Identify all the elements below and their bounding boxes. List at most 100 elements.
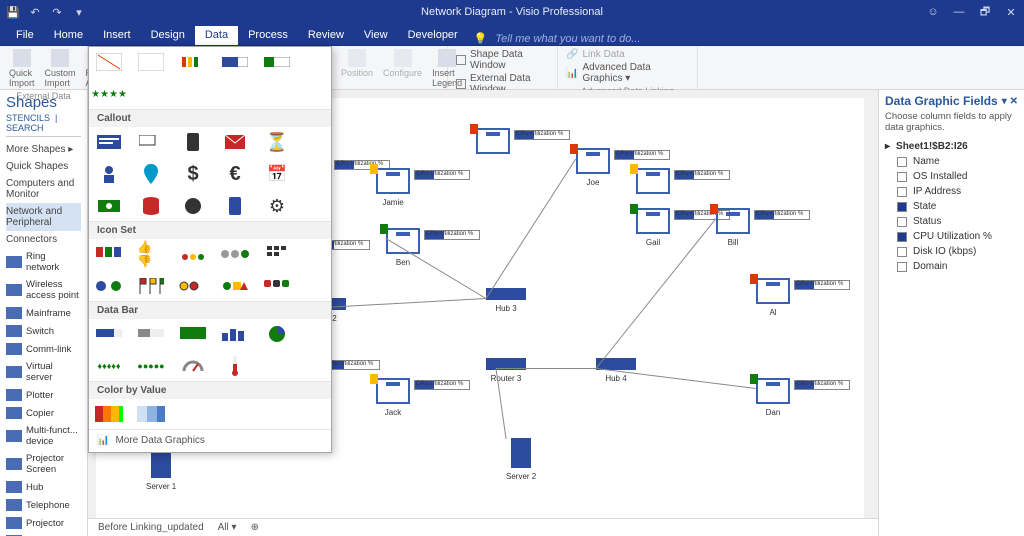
tab-developer[interactable]: Developer — [398, 26, 468, 45]
dgf-field-ip-address[interactable]: IP Address — [897, 184, 1018, 199]
tab-review[interactable]: Review — [298, 26, 354, 45]
node-dan[interactable]: Dan — [756, 378, 790, 417]
tab-insert[interactable]: Insert — [93, 26, 141, 45]
dg-none-1[interactable] — [95, 51, 123, 73]
cat-connectors[interactable]: Connectors — [6, 231, 81, 248]
iconset-grid[interactable] — [263, 243, 291, 265]
tab-data[interactable]: Data — [195, 26, 238, 45]
dg-bar-1[interactable] — [221, 51, 249, 73]
callout-device[interactable] — [221, 195, 249, 217]
callout-euro[interactable]: € — [221, 163, 249, 185]
databar-people[interactable]: ♦♦♦♦♦ — [95, 355, 123, 377]
databar-gauge[interactable] — [179, 355, 207, 377]
cat-computers[interactable]: Computers and Monitor — [6, 175, 81, 203]
more-shapes-link[interactable]: More Shapes ▸ — [6, 141, 81, 158]
callout-text[interactable] — [95, 131, 123, 153]
minimize-icon[interactable]: — — [952, 5, 966, 19]
search-tab[interactable]: SEARCH — [6, 123, 44, 133]
callout-hourglass[interactable]: ⏳ — [263, 131, 291, 153]
callout-mail[interactable] — [221, 131, 249, 153]
tab-file[interactable]: File — [6, 26, 44, 45]
quick-shapes-link[interactable]: Quick Shapes — [6, 158, 81, 175]
dgf-field-os-installed[interactable]: OS Installed — [897, 169, 1018, 184]
tab-design[interactable]: Design — [141, 26, 195, 45]
stencil-comm-link[interactable]: Comm-link — [6, 340, 81, 358]
dgf-close-icon[interactable]: ✕ — [1010, 96, 1018, 107]
undo-icon[interactable]: ↶ — [28, 5, 42, 19]
stencil-projector-screen[interactable]: Projector Screen — [6, 450, 81, 478]
tell-me-search[interactable]: Tell me what you want to do... — [495, 33, 640, 45]
callout-dollar[interactable]: $ — [179, 163, 207, 185]
stencil-ring-network[interactable]: Ring network — [6, 248, 81, 276]
dgf-field-name[interactable]: Name — [897, 154, 1018, 169]
qa-dropdown-icon[interactable]: ▾ — [72, 5, 86, 19]
quick-import-button[interactable]: Quick Import — [6, 48, 38, 90]
dgf-field-state[interactable]: State — [897, 199, 1018, 214]
dgf-field-domain[interactable]: Domain — [897, 259, 1018, 274]
tab-view[interactable]: View — [354, 26, 398, 45]
node-unnamed[interactable] — [636, 168, 670, 194]
node-hub-3[interactable]: Hub 3 — [486, 288, 526, 313]
iconset-squares[interactable] — [263, 275, 291, 297]
dg-stars[interactable]: ★★★★ — [95, 83, 123, 105]
custom-import-button[interactable]: Custom Import — [42, 48, 79, 90]
stencil-copier[interactable]: Copier — [6, 404, 81, 422]
iconset-dots-big[interactable] — [95, 275, 123, 297]
stencil-hub[interactable]: Hub — [6, 478, 81, 496]
cat-network[interactable]: Network and Peripheral — [6, 203, 81, 231]
dg-none-2[interactable] — [137, 51, 165, 73]
callout-bubble[interactable] — [137, 131, 165, 153]
colorby-2[interactable] — [137, 403, 165, 425]
dgf-field-disk-io-kbps-[interactable]: Disk IO (kbps) — [897, 244, 1018, 259]
shape-data-window-toggle[interactable]: Shape Data Window — [454, 48, 551, 72]
node-joe[interactable]: Joe — [576, 148, 610, 187]
callout-phone[interactable] — [179, 131, 207, 153]
iconset-circles[interactable] — [221, 243, 249, 265]
iconset-wifi[interactable] — [179, 243, 207, 265]
tab-home[interactable]: Home — [44, 26, 93, 45]
callout-gear[interactable]: ⚙ — [263, 195, 291, 217]
stencil-wireless-access-point[interactable]: Wireless access point — [6, 276, 81, 304]
redo-icon[interactable]: ↷ — [50, 5, 64, 19]
iconset-flags2[interactable] — [137, 275, 165, 297]
iconset-thumbs[interactable]: 👍👎 — [137, 243, 165, 265]
close-icon[interactable]: ✕ — [1004, 5, 1018, 19]
dgf-sheet[interactable]: Sheet1!$B2:I26 — [896, 141, 968, 152]
callout-person[interactable] — [95, 163, 123, 185]
callout-calendar[interactable]: 📅 — [263, 163, 291, 185]
stencil-telephone[interactable]: Telephone — [6, 496, 81, 514]
stencils-tab[interactable]: STENCILS — [6, 113, 50, 123]
databar-4[interactable] — [221, 323, 249, 345]
tab-process[interactable]: Process — [238, 26, 298, 45]
save-icon[interactable]: 💾 — [6, 5, 20, 19]
page-all[interactable]: All ▾ — [218, 522, 237, 533]
databar-thermo[interactable] — [221, 355, 249, 377]
node-server-1[interactable]: Server 1 — [146, 448, 176, 491]
node-al[interactable]: Al — [756, 278, 790, 317]
databar-2[interactable] — [137, 323, 165, 345]
stencil-bridge[interactable]: Bridge — [6, 532, 81, 536]
stencil-switch[interactable]: Switch — [6, 322, 81, 340]
databar-1[interactable] — [95, 323, 123, 345]
page-name[interactable]: Before Linking_updated — [98, 522, 204, 533]
more-data-graphics-link[interactable]: 📊More Data Graphics — [89, 430, 331, 448]
stencil-mainframe[interactable]: Mainframe — [6, 304, 81, 322]
databar-pie[interactable] — [263, 323, 291, 345]
stencil-projector[interactable]: Projector — [6, 514, 81, 532]
node-gail[interactable]: Gail — [636, 208, 670, 247]
callout-globe[interactable] — [179, 195, 207, 217]
colorby-1[interactable] — [95, 403, 123, 425]
add-page-icon[interactable]: ⊕ — [251, 522, 259, 533]
node-jamie[interactable]: Jamie — [376, 168, 410, 207]
databar-rating[interactable]: ●●●●● — [137, 355, 165, 377]
smiley-icon[interactable]: ☺ — [926, 5, 940, 19]
stencil-virtual-server[interactable]: Virtual server — [6, 358, 81, 386]
callout-money[interactable] — [95, 195, 123, 217]
callout-pin[interactable] — [137, 163, 165, 185]
advanced-data-graphics-button[interactable]: 📊Advanced Data Graphics ▾ — [564, 61, 691, 85]
iconset-traffic[interactable] — [179, 275, 207, 297]
dgf-dropdown-icon[interactable]: ▾ — [1002, 96, 1007, 107]
iconset-shapes[interactable] — [221, 275, 249, 297]
restore-icon[interactable]: 🗗 — [978, 5, 992, 19]
stencil-multi-funct-device[interactable]: Multi-funct... device — [6, 422, 81, 450]
